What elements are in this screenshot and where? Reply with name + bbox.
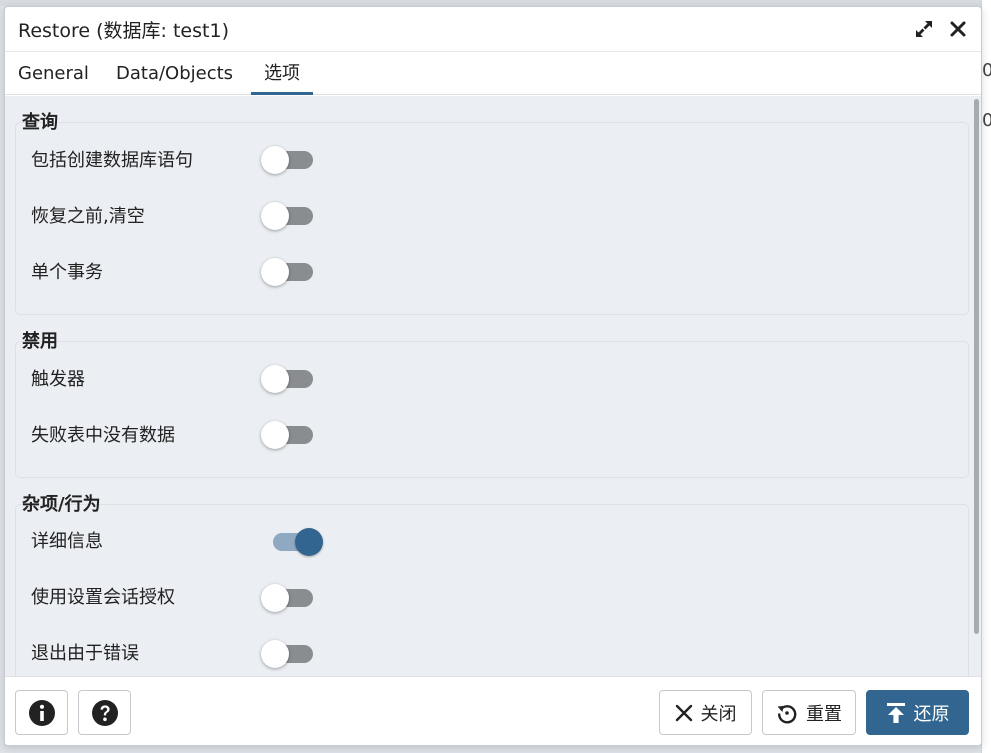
tab-general[interactable]: General [5,52,102,95]
close-button[interactable]: 关闭 [659,690,752,735]
question-circle-icon [91,699,118,726]
toggle-knob [261,202,289,230]
tab-bar: General Data/Objects 选项 [5,52,981,95]
toggle-knob [261,640,289,668]
toggle-knob [261,258,289,286]
restore-dialog: Restore (数据库: test1) General Data/Object… [4,6,982,746]
clean-before-restore-toggle[interactable] [261,199,317,230]
dialog-titlebar: Restore (数据库: test1) [5,7,981,52]
toggle-knob [295,528,323,556]
toggle-knob [261,421,289,449]
toggle-knob [261,584,289,612]
section-title-disable: 禁用 [22,331,58,352]
include-create-db-toggle[interactable] [261,143,317,174]
reset-button-label: 重置 [806,703,842,725]
disable-fieldset [15,341,969,478]
maximize-button[interactable] [912,17,936,41]
dialog-footer: 关闭 重置 还原 [5,676,981,745]
section-title-query: 查询 [22,112,58,133]
option-label: 退出由于错误 [31,643,139,664]
close-x-icon [950,21,966,37]
info-circle-icon [28,699,55,726]
tab-options[interactable]: 选项 [251,52,313,95]
reset-icon [777,704,797,723]
no-data-for-failed-tables-toggle[interactable] [261,418,317,449]
close-button-label: 关闭 [700,703,737,725]
background-fragment: 0 [982,110,991,131]
option-label: 恢复之前,清空 [31,206,145,227]
expand-arrows-icon [916,21,932,37]
close-dialog-button[interactable] [946,17,970,41]
option-label: 包括创建数据库语句 [31,150,193,171]
single-transaction-toggle[interactable] [261,255,317,286]
verbose-messages-toggle[interactable] [261,525,323,556]
background-panel: 0 0 [981,0,991,753]
reset-button[interactable]: 重置 [762,690,856,735]
exit-on-error-toggle[interactable] [261,637,317,668]
toggle-knob [261,365,289,393]
option-label: 失败表中没有数据 [31,425,175,446]
close-x-icon [675,704,692,721]
restore-button[interactable]: 还原 [866,690,969,735]
toggle-knob [261,146,289,174]
option-label: 详细信息 [31,531,103,552]
help-button[interactable] [78,690,131,735]
vertical-scrollbar[interactable] [974,99,979,634]
upload-icon [886,702,905,723]
option-label: 单个事务 [31,262,103,283]
dialog-title: Restore (数据库: test1) [18,19,229,42]
restore-button-label: 还原 [913,703,950,725]
background-fragment: 0 [982,60,991,81]
option-label: 触发器 [31,369,85,390]
use-set-session-authorization-toggle[interactable] [261,581,317,612]
section-title-misc: 杂项/行为 [22,494,101,515]
options-panel: 查询 包括创建数据库语句 恢复之前,清空 单个事务 禁用 触发器 失败表中没有数… [5,96,981,676]
info-button[interactable] [15,690,68,735]
option-label: 使用设置会话授权 [31,587,175,608]
disable-triggers-toggle[interactable] [261,362,317,393]
tab-data-objects[interactable]: Data/Objects [103,52,246,95]
